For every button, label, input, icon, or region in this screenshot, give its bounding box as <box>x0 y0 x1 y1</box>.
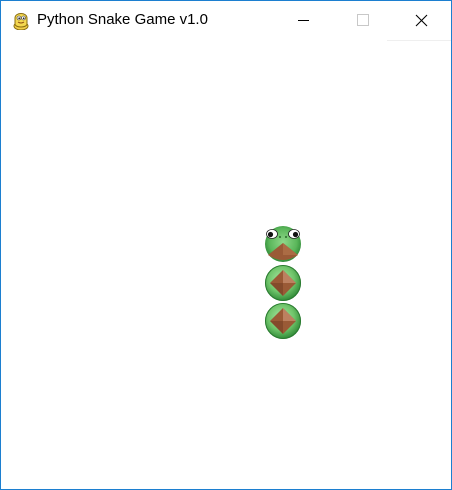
minimize-icon <box>298 20 309 21</box>
maximize-button[interactable] <box>340 1 386 40</box>
app-window: Python Snake Game v1.0 <box>0 0 452 490</box>
window-title: Python Snake Game v1.0 <box>37 11 208 28</box>
minimize-button[interactable] <box>280 1 326 40</box>
snake-body-icon <box>265 303 301 339</box>
close-button[interactable] <box>398 1 444 40</box>
maximize-icon <box>357 14 369 26</box>
game-canvas[interactable] <box>1 41 451 489</box>
snake-body-icon <box>265 265 301 301</box>
snake-head-icon <box>265 226 301 262</box>
title-bar[interactable]: Python Snake Game v1.0 <box>1 1 451 40</box>
close-icon <box>415 14 428 27</box>
python-icon <box>13 13 29 30</box>
